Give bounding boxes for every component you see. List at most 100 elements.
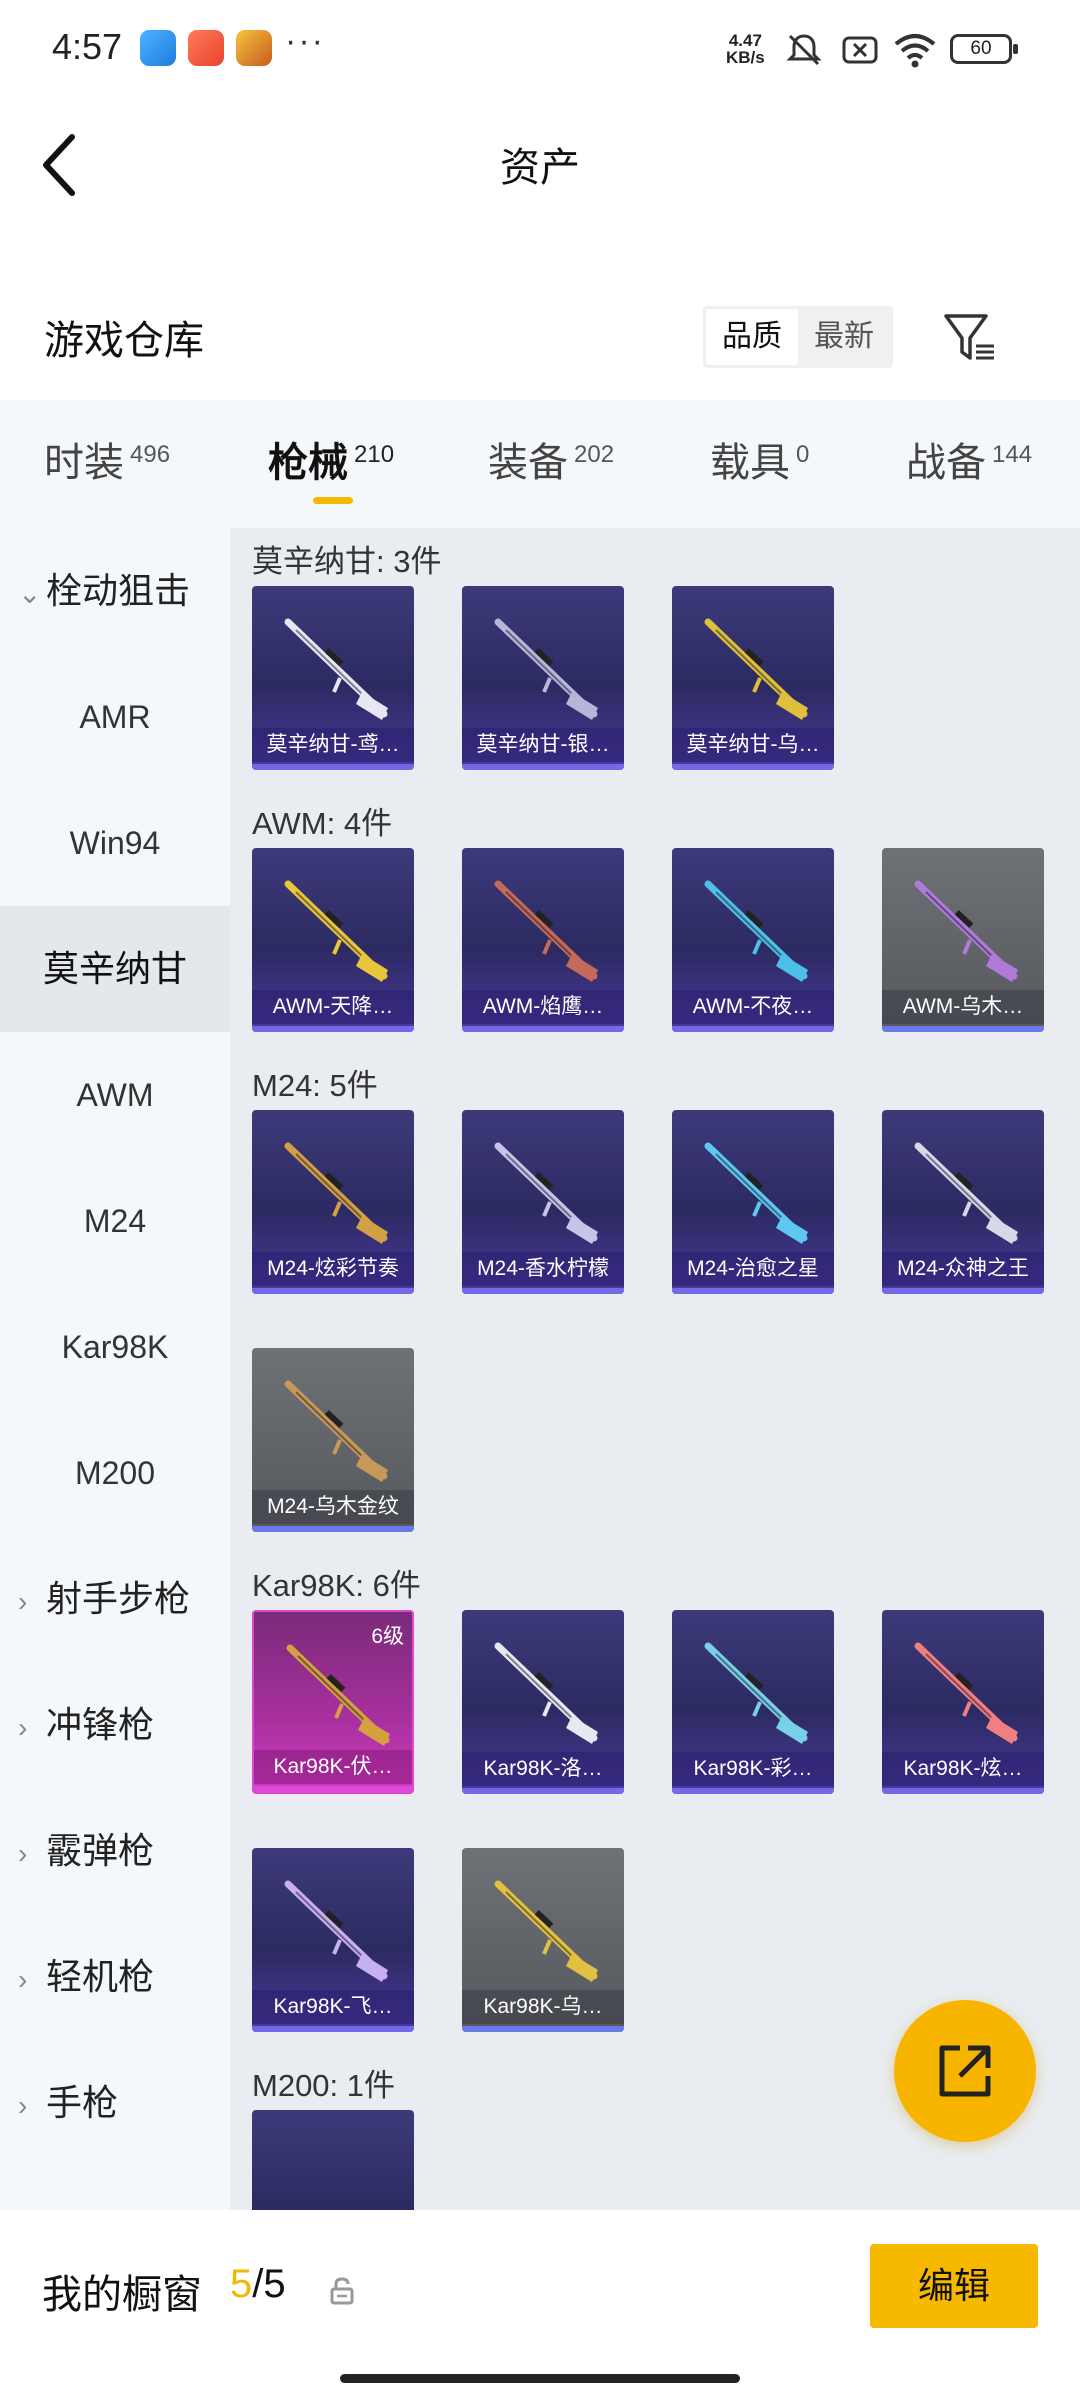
edit-button[interactable]: 编辑 <box>870 2244 1038 2328</box>
sidebar-group-bolt-action[interactable]: ⌄ 栓动狙击 <box>18 528 190 654</box>
sort-toggle: 品质 最新 <box>703 306 893 368</box>
mute-icon <box>786 34 822 66</box>
battery-icon: 60 <box>950 34 1018 64</box>
sidebar-item-amr[interactable]: AMR <box>0 654 230 780</box>
tab-vehicles[interactable]: 载具 0 <box>710 430 809 488</box>
sidebar-item-kar98k[interactable]: Kar98K <box>0 1284 230 1410</box>
weapon-card[interactable]: 莫辛纳甘-银… <box>462 586 624 770</box>
rifle-icon <box>914 1142 1018 1244</box>
rifle-icon <box>284 880 388 982</box>
filter-icon[interactable] <box>940 308 1000 368</box>
sort-by-newest[interactable]: 最新 <box>798 309 890 365</box>
rifle-icon <box>704 1142 808 1244</box>
rifle-icon <box>494 1642 598 1744</box>
lock-icon <box>330 2277 354 2305</box>
weapon-grid: 莫辛纳甘: 3件 莫辛纳甘-鸢… 莫辛纳甘-银… 莫辛纳甘-乌… AWM: 4件 AWM-… <box>230 528 1080 2210</box>
rifle-icon <box>284 1142 388 1244</box>
rifle-icon <box>494 880 598 982</box>
weapon-card[interactable]: M24-治愈之星 <box>672 1110 834 1294</box>
weapon-card[interactable]: M24-乌木金纹 <box>252 1348 414 1532</box>
category-tabs: 时装 496 枪械 210 装备 202 载具 0 战备 144 <box>0 400 1080 528</box>
sidebar-item-win94[interactable]: Win94 <box>0 780 230 906</box>
weapon-card[interactable]: Kar98K-飞… <box>252 1848 414 2032</box>
chevron-right-icon: › <box>18 1712 28 1743</box>
weapon-name: 莫辛纳甘-鸢… <box>252 728 414 762</box>
sidebar-item-mosin-nagant[interactable]: 莫辛纳甘 <box>0 906 230 1032</box>
status-bar: 4:57 ··· 4.47 KB/s 60 <box>0 0 1080 100</box>
weapon-card[interactable]: AWM-不夜… <box>672 848 834 1032</box>
rifle-icon <box>704 618 808 720</box>
section-header: M24: 5件 <box>252 1068 378 1103</box>
share-button[interactable] <box>894 2000 1036 2142</box>
rifle-icon <box>286 1644 390 1746</box>
weapon-card[interactable] <box>252 2110 414 2210</box>
weapon-name: AWM-天降… <box>252 990 414 1024</box>
rifle-icon <box>284 618 388 720</box>
weapon-card[interactable]: AWM-天降… <box>252 848 414 1032</box>
app-red-icon <box>188 30 224 66</box>
weapon-card[interactable]: M24-香水柠檬 <box>462 1110 624 1294</box>
sidebar-item-awm[interactable]: AWM <box>0 1032 230 1158</box>
rifle-icon <box>704 1642 808 1744</box>
rifle-icon <box>494 1880 598 1982</box>
section-header: 莫辛纳甘: 3件 <box>252 544 442 579</box>
weapon-card[interactable]: AWM-乌木… <box>882 848 1044 1032</box>
weapon-name: Kar98K-飞… <box>252 1990 414 2024</box>
weapon-name: Kar98K-彩… <box>672 1752 834 1786</box>
showcase-count: 5/5 <box>230 2262 286 2306</box>
weapon-name: AWM-乌木… <box>882 990 1044 1024</box>
weapon-name: AWM-焰鹰… <box>462 990 624 1024</box>
weapon-name: 莫辛纳甘-银… <box>462 728 624 762</box>
weapon-card[interactable]: M24-众神之王 <box>882 1110 1044 1294</box>
rifle-icon <box>494 1142 598 1244</box>
home-indicator[interactable] <box>340 2374 740 2383</box>
sidebar-group-lmg[interactable]: › 轻机枪 <box>18 1914 154 2040</box>
weapon-name: AWM-不夜… <box>672 990 834 1024</box>
tab-equipment[interactable]: 装备 202 <box>488 430 614 488</box>
app-blue-icon <box>140 30 176 66</box>
weapon-card[interactable]: Kar98K-洛… <box>462 1610 624 1794</box>
weapon-card[interactable]: 莫辛纳甘-乌… <box>672 586 834 770</box>
weapon-category-sidebar: ⌄ 栓动狙击 AMR Win94 莫辛纳甘 AWM M24 Kar98K M200… <box>0 528 230 2210</box>
status-time: 4:57 <box>52 26 123 67</box>
weapon-name: Kar98K-伏… <box>254 1750 412 1784</box>
sidebar-item-m24[interactable]: M24 <box>0 1158 230 1284</box>
weapon-card[interactable]: M24-炫彩节奏 <box>252 1110 414 1294</box>
sidebar-group-pistol[interactable]: › 手枪 <box>18 2040 118 2166</box>
sidebar-group-shotgun[interactable]: › 霰弹枪 <box>18 1788 154 1914</box>
chevron-right-icon: › <box>18 1964 28 1995</box>
sidebar-group-marksman[interactable]: › 射手步枪 <box>18 1536 190 1662</box>
app-game-icon <box>236 30 272 66</box>
chevron-right-icon: › <box>18 1838 28 1869</box>
rifle-icon <box>704 880 808 982</box>
weapon-card[interactable]: Kar98K-乌… <box>462 1848 624 2032</box>
more-notifications: ··· <box>285 22 325 60</box>
weapon-card[interactable]: 莫辛纳甘-鸢… <box>252 586 414 770</box>
section-header: M200: 1件 <box>252 2068 396 2103</box>
sidebar-item-m200[interactable]: M200 <box>0 1410 230 1536</box>
tab-fashion[interactable]: 时装 496 <box>44 430 170 488</box>
network-speed: 4.47 KB/s <box>726 31 765 67</box>
weapon-level: 6级 <box>371 1625 404 1648</box>
section-header: AWM: 4件 <box>252 806 393 841</box>
wifi-icon <box>894 34 936 68</box>
share-external-icon <box>939 2045 991 2097</box>
page-title: 资产 <box>500 146 580 190</box>
weapon-card[interactable]: Kar98K-彩… <box>672 1610 834 1794</box>
section-header: Kar98K: 6件 <box>252 1568 421 1603</box>
chevron-down-icon: ⌄ <box>18 578 42 609</box>
weapon-card[interactable]: Kar98K-伏… 6级 <box>252 1610 414 1794</box>
weapon-name: 莫辛纳甘-乌… <box>672 728 834 762</box>
tab-supplies[interactable]: 战备 144 <box>906 430 1032 488</box>
weapon-name: M24-香水柠檬 <box>462 1252 624 1286</box>
rifle-icon <box>494 618 598 720</box>
weapon-card[interactable]: AWM-焰鹰… <box>462 848 624 1032</box>
weapon-card[interactable]: Kar98K-炫… <box>882 1610 1044 1794</box>
rifle-icon <box>914 880 1018 982</box>
weapon-name: M24-炫彩节奏 <box>252 1252 414 1286</box>
tab-firearms[interactable]: 枪械 210 <box>268 430 394 488</box>
rifle-icon <box>284 1880 388 1982</box>
sort-by-quality[interactable]: 品质 <box>706 309 798 365</box>
weapon-name: Kar98K-乌… <box>462 1990 624 2024</box>
sidebar-group-smg[interactable]: › 冲锋枪 <box>18 1662 154 1788</box>
